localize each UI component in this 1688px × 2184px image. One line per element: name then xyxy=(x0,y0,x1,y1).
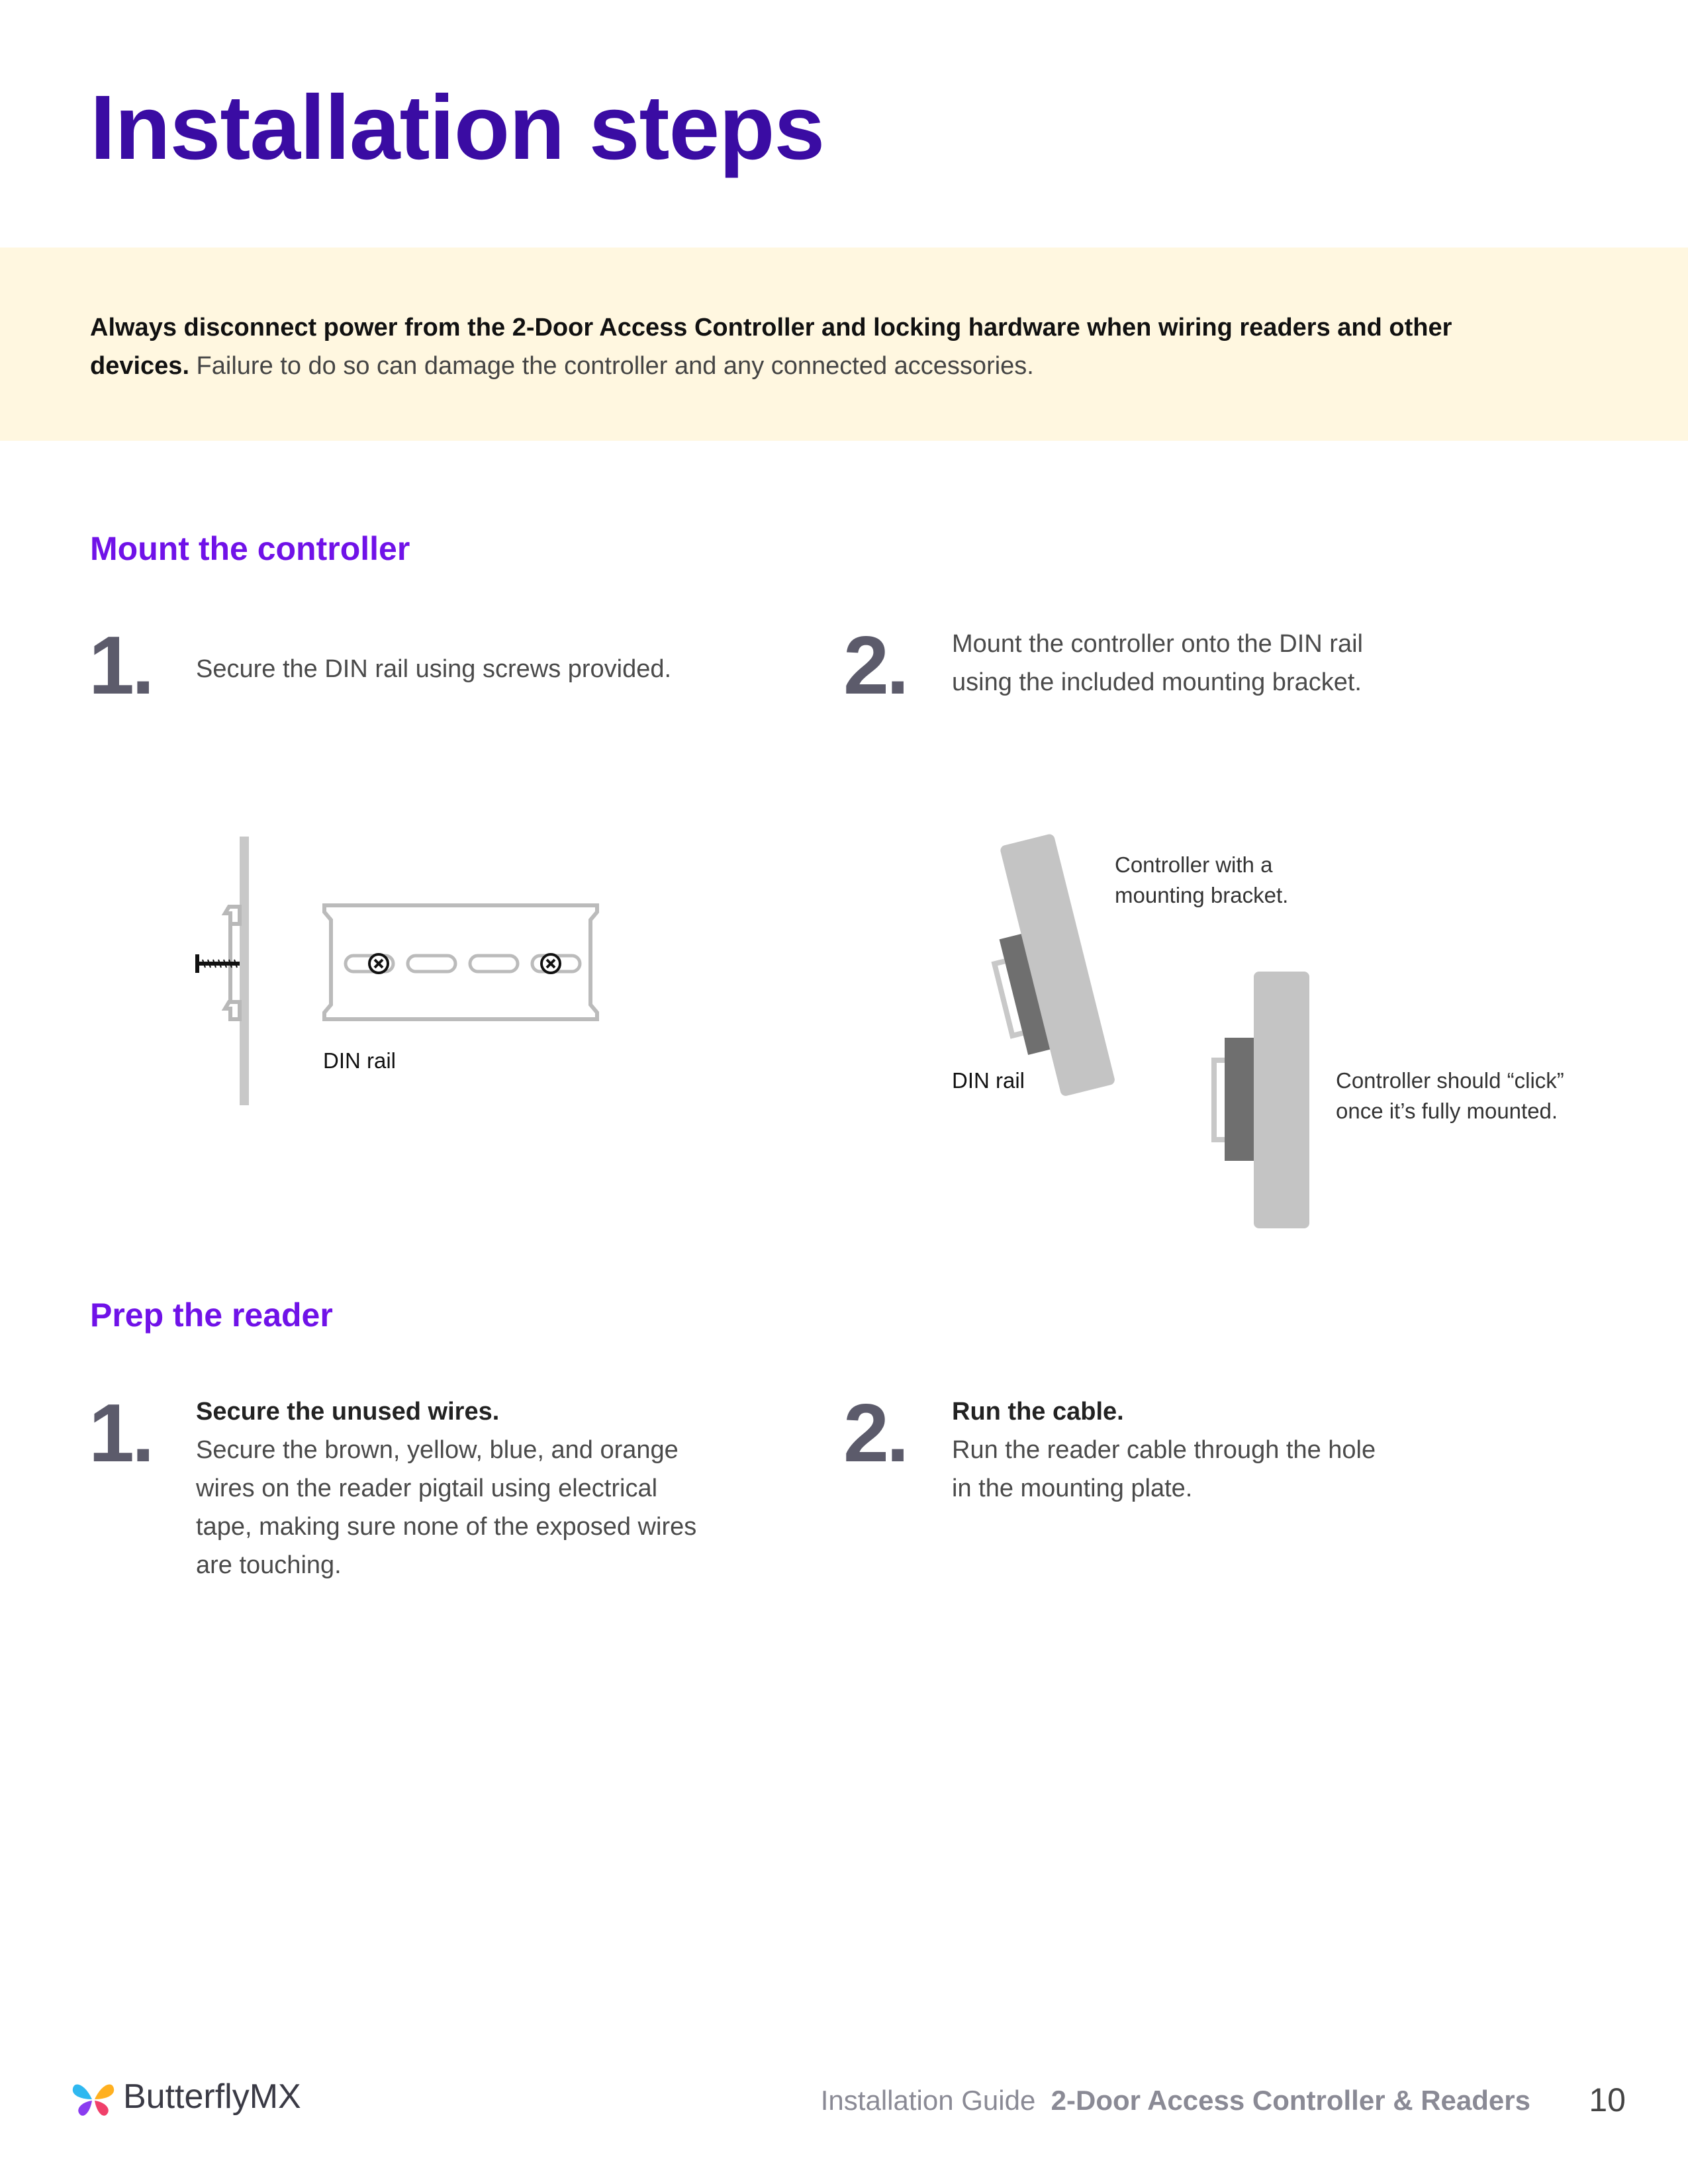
fig2-click-caption: Controller should “click” once it’s full… xyxy=(1336,1066,1564,1126)
prep-heading: Prep the reader xyxy=(90,1297,333,1334)
prep-step2-line: in the mounting plate. xyxy=(952,1475,1193,1502)
mount-heading: Mount the controller xyxy=(90,530,410,567)
prep-step1-line: wires on the reader pigtail using electr… xyxy=(196,1475,658,1502)
din-rail-figure xyxy=(195,837,599,1105)
tilted-controller xyxy=(991,834,1115,1096)
mount-step2-number: 2. xyxy=(843,620,909,711)
warning-normal-text: Failure to do so can damage the controll… xyxy=(189,352,1034,380)
fig2-bracket-caption: Controller with a mounting bracket. xyxy=(1115,850,1288,911)
din-rail-front-view xyxy=(322,903,599,1021)
mount-step1-text: Secure the DIN rail using screws provide… xyxy=(196,655,672,683)
prep-step1-number: 1. xyxy=(89,1388,154,1479)
mounted-controller xyxy=(1211,972,1309,1228)
prep-step2-text: Run the cable. Run the reader cable thro… xyxy=(952,1392,1376,1508)
butterfly-logo-icon xyxy=(72,2084,115,2116)
wall-side-view xyxy=(240,837,249,1105)
mount-step2-line2: using the included mounting bracket. xyxy=(952,668,1362,696)
prep-step1-line: are touching. xyxy=(196,1551,342,1579)
prep-step1-title: Secure the unused wires. xyxy=(196,1398,500,1426)
mount-step2-text: Mount the controller onto the DIN rail u… xyxy=(952,625,1363,702)
prep-step1-text: Secure the unused wires. Secure the brow… xyxy=(196,1392,696,1584)
brand-logo-text: ButterflyMX xyxy=(123,2077,301,2116)
screw-head-icon xyxy=(368,953,389,974)
footer-guide-text: Installation Guide 2-Door Access Control… xyxy=(821,2085,1530,2116)
footer-product-name: 2-Door Access Controller & Readers xyxy=(1051,2085,1530,2116)
fig2-click-line1: Controller should “click” xyxy=(1336,1068,1564,1093)
prep-step1-line: tape, making sure none of the exposed wi… xyxy=(196,1513,697,1541)
footer-guide-label: Installation Guide xyxy=(820,2085,1036,2116)
fig2-din-rail-label: DIN rail xyxy=(952,1068,1025,1093)
fig2-bracket-line1: Controller with a xyxy=(1115,852,1273,877)
prep-step2-title: Run the cable. xyxy=(952,1398,1124,1426)
fig2-bracket-line2: mounting bracket. xyxy=(1115,883,1289,907)
mount-step2-line1: Mount the controller onto the DIN rail xyxy=(952,630,1363,658)
screw-icon xyxy=(195,954,240,973)
page-title: Installation steps xyxy=(90,77,825,179)
prep-step2-number: 2. xyxy=(843,1388,909,1479)
prep-step1-line: Secure the brown, yellow, blue, and oran… xyxy=(196,1436,679,1464)
prep-step2-line: Run the reader cable through the hole xyxy=(952,1436,1376,1464)
fig1-din-rail-label: DIN rail xyxy=(323,1048,397,1073)
screw-head-icon xyxy=(540,953,561,974)
warning-banner: Always disconnect power from the 2-Door … xyxy=(0,248,1688,441)
warning-text: Always disconnect power from the 2-Door … xyxy=(90,308,1500,385)
page-number: 10 xyxy=(1589,2081,1626,2118)
mount-step1-number: 1. xyxy=(89,620,154,711)
fig2-click-line2: once it’s fully mounted. xyxy=(1336,1099,1558,1123)
